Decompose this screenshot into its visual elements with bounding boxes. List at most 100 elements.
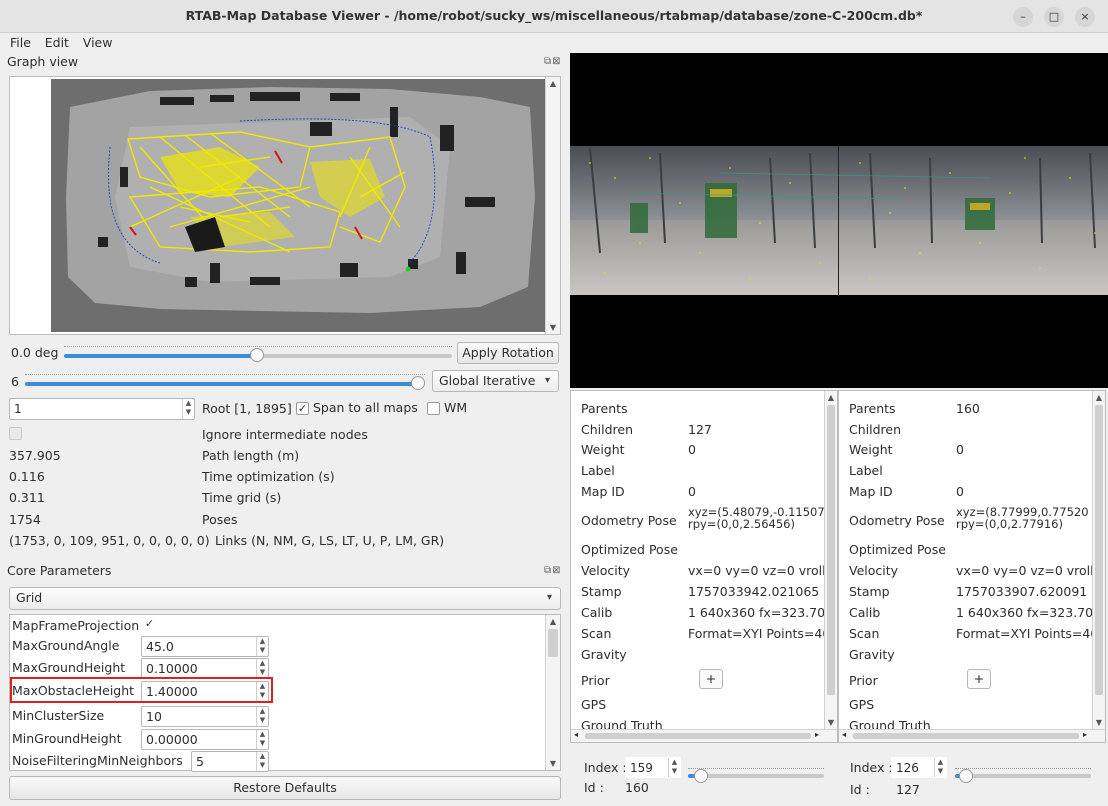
spin-arrows-icon[interactable]: ▲ ▼ bbox=[182, 399, 194, 419]
index-spinbox[interactable]: 159 ▲ ▼ bbox=[625, 757, 681, 778]
parameters-list[interactable]: MapFrameProjection ✓ MaxGroundAngle 45.0… bbox=[9, 614, 561, 772]
slider-handle[interactable] bbox=[694, 769, 708, 783]
param-value: 10 bbox=[146, 709, 162, 724]
param-spinbox[interactable]: 5 ▲ ▼ bbox=[191, 751, 269, 772]
dock-float-close-icons[interactable]: ⧉⊠ bbox=[544, 56, 562, 67]
info-key: Parents bbox=[581, 401, 628, 416]
info-key: Weight bbox=[849, 442, 893, 457]
param-value: 0.00000 bbox=[146, 732, 198, 747]
menu-view[interactable]: View bbox=[83, 33, 113, 52]
slider-rest bbox=[700, 774, 824, 778]
info-key: Optimized Pose bbox=[849, 542, 946, 557]
optimizer-combo[interactable]: Global Iterative ▾ bbox=[432, 370, 559, 392]
scroll-thumb[interactable] bbox=[585, 733, 811, 739]
ignore-intermediate-label: Ignore intermediate nodes bbox=[202, 427, 368, 442]
rotation-slider[interactable] bbox=[64, 348, 452, 364]
spin-arrows-icon[interactable]: ▲ ▼ bbox=[256, 637, 268, 656]
index-label: Index : bbox=[850, 760, 893, 775]
info-value: xyz=(5.48079,-0.11507 rpy=(0,0,2.56456) bbox=[688, 506, 825, 530]
param-name: MaxGroundAngle bbox=[12, 638, 120, 653]
info-key: Gravity bbox=[581, 647, 627, 662]
close-button[interactable]: × bbox=[1075, 7, 1095, 27]
span-all-maps-checkbox[interactable]: ✓ Span to all maps bbox=[296, 400, 418, 415]
index-slider[interactable] bbox=[688, 762, 824, 792]
image-view[interactable] bbox=[570, 53, 1108, 388]
chevron-down-icon: ▾ bbox=[544, 375, 550, 386]
stat-value: 357.905 bbox=[9, 448, 61, 463]
scroll-thumb[interactable] bbox=[1095, 405, 1103, 695]
index-spinbox[interactable]: 126 ▲ ▼ bbox=[891, 757, 947, 778]
title-bar: RTAB-Map Database Viewer - /home/robot/s… bbox=[0, 0, 1108, 33]
restore-defaults-button[interactable]: Restore Defaults bbox=[9, 776, 561, 800]
checkbox-unchecked-icon[interactable] bbox=[427, 402, 440, 415]
param-checkbox[interactable]: ✓ bbox=[143, 618, 156, 631]
param-name: MapFrameProjection bbox=[12, 618, 140, 633]
stat-label: Path length (m) bbox=[202, 448, 300, 463]
info-key: Odometry Pose bbox=[581, 513, 677, 528]
root-range-label: Root [1, 1895] bbox=[202, 401, 292, 416]
slider-rest bbox=[965, 774, 1091, 778]
spin-arrows-icon[interactable]: ▲ ▼ bbox=[934, 758, 946, 777]
span-all-maps-label: Span to all maps bbox=[312, 400, 418, 415]
index-label: Index : bbox=[584, 760, 627, 775]
info-key: Scan bbox=[849, 626, 880, 641]
info-right-hscrollbar[interactable]: ◂ ▸ bbox=[839, 729, 1105, 742]
scroll-thumb[interactable] bbox=[853, 733, 1079, 739]
graph-view-title: Graph view bbox=[7, 54, 79, 69]
info-key: Label bbox=[581, 463, 615, 478]
spin-arrows-icon[interactable]: ▲ ▼ bbox=[256, 730, 268, 749]
parameters-vscrollbar[interactable]: ▲ ▼ bbox=[545, 615, 560, 770]
menu-file[interactable]: File bbox=[10, 33, 31, 52]
node-info-left[interactable]: Parents Children 127 Weight 0 Label Map ID… bbox=[570, 390, 838, 743]
stat-label: Poses bbox=[202, 512, 238, 527]
info-key: Map ID bbox=[849, 484, 893, 499]
prior-add-button[interactable]: + bbox=[967, 669, 991, 689]
scroll-thumb[interactable] bbox=[827, 405, 835, 695]
info-value: xyz=(8.77999,0.77520 rpy=(0,0,2.77916) bbox=[956, 506, 1089, 530]
spin-arrows-icon[interactable]: ▲ ▼ bbox=[256, 752, 268, 771]
info-left-hscrollbar[interactable]: ◂ ▸ bbox=[571, 729, 837, 742]
index-slider[interactable] bbox=[955, 762, 1091, 792]
param-spinbox[interactable]: 0.10000 ▲ ▼ bbox=[141, 658, 269, 679]
checkbox-disabled-icon[interactable] bbox=[9, 427, 22, 440]
iterations-slider-handle[interactable] bbox=[411, 376, 425, 390]
dock-float-close-icons[interactable]: ⧉⊠ bbox=[544, 565, 562, 576]
info-left-vscrollbar[interactable]: ▲ ▼ bbox=[824, 391, 837, 729]
spin-arrows-icon[interactable]: ▲ ▼ bbox=[256, 707, 268, 726]
iterations-slider[interactable] bbox=[25, 376, 425, 392]
id-label: Id : bbox=[850, 782, 870, 797]
root-value: 1 bbox=[14, 402, 22, 416]
graph-view-canvas[interactable]: ▲ ▼ bbox=[9, 76, 561, 335]
node-info-right[interactable]: Parents 160 Children Weight 0 Label Map ID… bbox=[838, 390, 1106, 743]
ignore-intermediate-checkbox[interactable] bbox=[9, 426, 22, 440]
param-spinbox[interactable]: 0.00000 ▲ ▼ bbox=[141, 729, 269, 750]
param-row: MaxGroundHeight 0.10000 ▲ ▼ bbox=[10, 657, 545, 679]
root-spinbox[interactable]: 1 ▲ ▼ bbox=[9, 398, 195, 420]
apply-rotation-button[interactable]: Apply Rotation bbox=[457, 342, 559, 364]
checkbox-checked-icon[interactable]: ✓ bbox=[296, 402, 309, 415]
spin-arrows-icon[interactable]: ▲ ▼ bbox=[668, 758, 680, 777]
param-name: MaxGroundHeight bbox=[12, 660, 126, 675]
rotation-label: 0.0 deg bbox=[11, 345, 59, 360]
rotation-slider-handle[interactable] bbox=[250, 348, 264, 362]
info-key: GPS bbox=[581, 697, 607, 712]
info-key: Parents bbox=[849, 401, 896, 416]
minimize-button[interactable]: – bbox=[1013, 7, 1033, 27]
param-spinbox[interactable]: 45.0 ▲ ▼ bbox=[141, 636, 269, 657]
wm-checkbox[interactable]: WM bbox=[427, 400, 467, 415]
param-spinbox[interactable]: 10 ▲ ▼ bbox=[141, 706, 269, 727]
prior-add-button[interactable]: + bbox=[699, 669, 723, 689]
info-value: 1757033907.620091 bbox=[956, 584, 1088, 599]
scroll-thumb[interactable] bbox=[548, 629, 558, 657]
graph-view-vscrollbar[interactable]: ▲ ▼ bbox=[545, 77, 560, 334]
param-group-combo[interactable]: Grid ▾ bbox=[9, 587, 561, 610]
stereo-images bbox=[570, 146, 1108, 295]
core-params-title: Core Parameters bbox=[7, 563, 112, 578]
maximize-button[interactable]: □ bbox=[1044, 7, 1064, 27]
slider-handle[interactable] bbox=[959, 769, 973, 783]
info-right-vscrollbar[interactable]: ▲ ▼ bbox=[1092, 391, 1105, 729]
id-value: 127 bbox=[896, 782, 920, 797]
spin-arrows-icon[interactable]: ▲ ▼ bbox=[256, 659, 268, 678]
info-key: Prior bbox=[581, 673, 610, 688]
menu-edit[interactable]: Edit bbox=[45, 33, 69, 52]
